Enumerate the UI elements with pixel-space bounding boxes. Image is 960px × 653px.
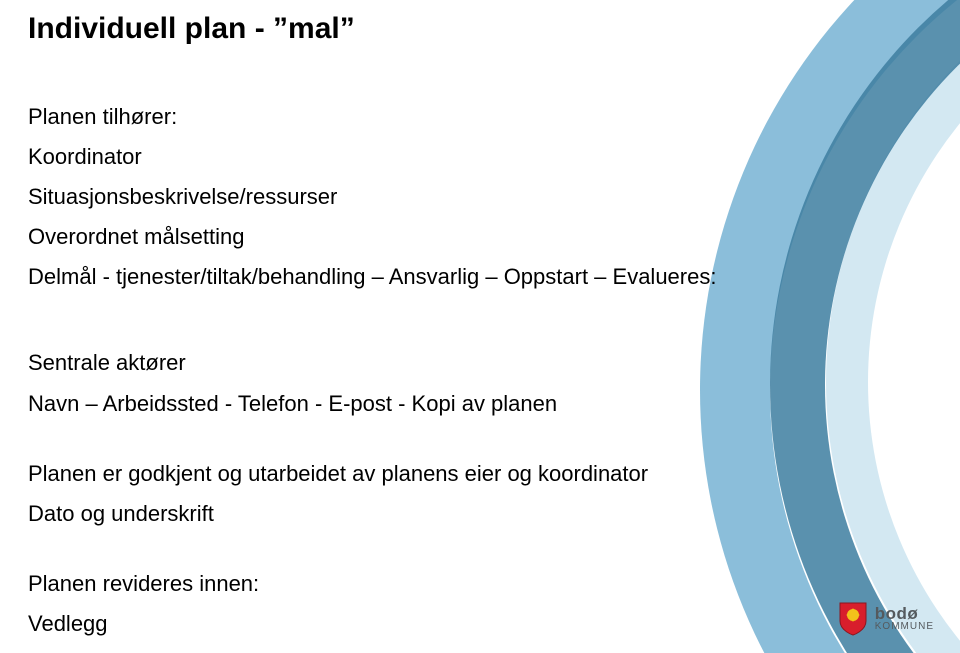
title-separator: - [246,12,273,45]
spacer [28,427,788,457]
line-revised: Planen revideres innen: [28,567,788,601]
shield-icon [838,601,868,637]
line-subgoal: Delmål - tjenester/tiltak/behandling – A… [28,260,788,294]
line-actors: Navn – Arbeidssted - Telefon - E-post - … [28,387,788,421]
line-attachment: Vedlegg [28,607,788,641]
title-part2: mal [273,12,355,45]
body-content: Planen tilhører: Koordinator Situasjonsb… [28,100,788,647]
slide: Individuell plan - mal Planen tilhører: … [0,0,960,653]
line-belongs-to: Planen tilhører: [28,100,788,134]
line-overall-goal: Overordnet målsetting [28,220,788,254]
line-approved: Planen er godkjent og utarbeidet av plan… [28,457,788,491]
line-situation: Situasjonsbeskrivelse/ressurser [28,180,788,214]
line-date-sign: Dato og underskrift [28,497,788,531]
line-actors-heading: Sentrale aktører [28,346,788,380]
spacer [28,300,788,346]
municipality-logo: bodø KOMMUNE [838,601,934,637]
title-part1: Individuell plan [28,12,246,45]
logo-text: bodø KOMMUNE [875,606,934,632]
line-coordinator: Koordinator [28,140,788,174]
logo-sub: KOMMUNE [875,622,934,632]
page-title: Individuell plan - mal [28,12,355,46]
spacer [28,537,788,567]
logo-brand: bodø [875,606,934,622]
